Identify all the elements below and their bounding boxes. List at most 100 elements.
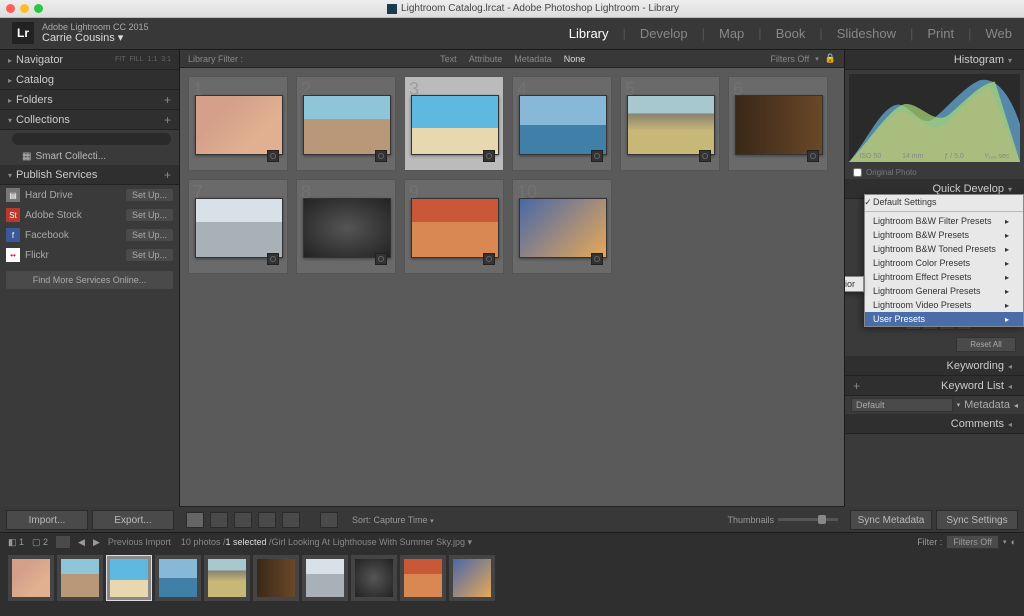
grid-cell[interactable]: 4 <box>512 76 612 171</box>
preset-group[interactable]: Lightroom B&W Toned Presets <box>865 242 1023 256</box>
smart-collections-item[interactable]: ▦Smart Collecti... <box>0 148 179 165</box>
find-more-services-button[interactable]: Find More Services Online... <box>6 271 173 289</box>
close-window-button[interactable] <box>6 4 15 13</box>
filmstrip-thumb[interactable] <box>302 555 348 601</box>
filter-switch-icon[interactable]: ◐ <box>1011 537 1016 547</box>
maximize-window-button[interactable] <box>34 4 43 13</box>
grid-view-button[interactable] <box>186 512 204 528</box>
grid-cell[interactable]: 1 <box>188 76 288 171</box>
collections-section[interactable]: Collections+ <box>0 110 179 130</box>
preset-group-user[interactable]: User Presets <box>865 312 1023 326</box>
filmstrip-thumb[interactable] <box>351 555 397 601</box>
publish-section[interactable]: Publish Services+ <box>0 165 179 185</box>
filmstrip-path[interactable]: Previous Import 10 photos /1 selected /G… <box>108 537 472 548</box>
thumbnail-grid: 1 2 3 4 5 6 7 8 9 10 <box>180 68 844 506</box>
forward-arrow-icon[interactable]: ▶ <box>93 537 100 548</box>
preset-group[interactable]: Lightroom General Presets <box>865 284 1023 298</box>
metadata-preset-dropdown[interactable]: Default <box>851 398 953 412</box>
filters-off-dropdown[interactable]: Filters Off <box>770 54 809 64</box>
survey-view-button[interactable] <box>258 512 276 528</box>
grid-cell-selected[interactable]: 3 <box>404 76 504 171</box>
badge-icon <box>267 253 279 265</box>
grid-cell[interactable]: 9 <box>404 179 504 274</box>
sync-metadata-button[interactable]: Sync Metadata <box>850 510 932 530</box>
grid-cell[interactable]: 6 <box>728 76 828 171</box>
histogram-section[interactable]: Histogram <box>845 50 1024 70</box>
filmstrip-thumb-selected[interactable] <box>106 555 152 601</box>
module-library[interactable]: Library <box>569 26 609 41</box>
module-book[interactable]: Book <box>776 26 806 41</box>
setup-button[interactable]: Set Up... <box>126 229 173 241</box>
filter-attribute[interactable]: Attribute <box>469 54 503 64</box>
filmstrip-thumb[interactable] <box>449 555 495 601</box>
secondary-display-toggle[interactable]: ◧ 1 <box>8 537 24 548</box>
filter-metadata[interactable]: Metadata <box>514 54 552 64</box>
lightroom-logo: Lr <box>12 22 34 44</box>
painter-button[interactable] <box>320 512 338 528</box>
filmstrip-thumb[interactable] <box>400 555 446 601</box>
filter-text[interactable]: Text <box>440 54 457 64</box>
compare-view-button[interactable] <box>234 512 252 528</box>
original-photo-checkbox[interactable] <box>853 168 862 177</box>
filmstrip-thumb[interactable] <box>57 555 103 601</box>
keyword-list-section[interactable]: +Keyword List <box>845 376 1024 396</box>
sync-settings-button[interactable]: Sync Settings <box>936 510 1018 530</box>
setup-button[interactable]: Set Up... <box>126 209 173 221</box>
comments-section[interactable]: Comments <box>845 414 1024 434</box>
filter-none[interactable]: None <box>564 54 586 64</box>
grid-cell[interactable]: 7 <box>188 179 288 274</box>
publish-adobestock[interactable]: StAdobe StockSet Up... <box>0 205 179 225</box>
secondary-display-toggle-2[interactable]: ▢ 2 <box>32 537 48 548</box>
publish-flickr[interactable]: ••FlickrSet Up... <box>0 245 179 265</box>
preset-dropdown-menu: Default Settings Lightroom B&W Filter Pr… <box>864 194 1024 327</box>
fs-grid-icon[interactable] <box>56 536 70 548</box>
catalog-section[interactable]: Catalog <box>0 70 179 90</box>
sort-dropdown[interactable]: Capture Time <box>374 515 428 525</box>
preset-default[interactable]: Default Settings <box>865 195 1023 209</box>
folders-section[interactable]: Folders+ <box>0 90 179 110</box>
filmstrip-thumb[interactable] <box>155 555 201 601</box>
export-button[interactable]: Export... <box>92 510 174 530</box>
preset-group[interactable]: Lightroom Color Presets <box>865 256 1023 270</box>
navigator-section[interactable]: Navigator FITFILL1:13:1 <box>0 50 179 70</box>
preset-group[interactable]: Lightroom Effect Presets <box>865 270 1023 284</box>
preset-submenu-item[interactable]: Dark Snow Exterior <box>844 276 864 292</box>
module-map[interactable]: Map <box>719 26 744 41</box>
module-print[interactable]: Print <box>927 26 954 41</box>
center-panel: Library Filter : Text Attribute Metadata… <box>180 50 844 532</box>
right-bottom-buttons: Sync Metadata Sync Settings <box>844 507 1024 533</box>
add-collection-icon[interactable]: + <box>164 113 171 127</box>
publish-harddrive[interactable]: ▤Hard DriveSet Up... <box>0 185 179 205</box>
publish-facebook[interactable]: fFacebookSet Up... <box>0 225 179 245</box>
grid-cell[interactable]: 10 <box>512 179 612 274</box>
grid-cell[interactable]: 5 <box>620 76 720 171</box>
filmstrip-thumb[interactable] <box>8 555 54 601</box>
preset-group[interactable]: Lightroom B&W Presets <box>865 228 1023 242</box>
badge-icon <box>267 150 279 162</box>
collections-filter[interactable] <box>0 130 179 148</box>
module-slideshow[interactable]: Slideshow <box>837 26 896 41</box>
badge-icon <box>591 150 603 162</box>
people-view-button[interactable] <box>282 512 300 528</box>
minimize-window-button[interactable] <box>20 4 29 13</box>
grid-cell[interactable]: 8 <box>296 179 396 274</box>
thumbnail-size-slider[interactable] <box>778 518 838 521</box>
keywording-section[interactable]: Keywording <box>845 356 1024 376</box>
preset-group[interactable]: Lightroom B&W Filter Presets <box>865 214 1023 228</box>
module-develop[interactable]: Develop <box>640 26 688 41</box>
add-folder-icon[interactable]: + <box>164 93 171 107</box>
import-button[interactable]: Import... <box>6 510 88 530</box>
loupe-view-button[interactable] <box>210 512 228 528</box>
back-arrow-icon[interactable]: ◀ <box>78 537 85 548</box>
add-publish-icon[interactable]: + <box>164 168 171 182</box>
setup-button[interactable]: Set Up... <box>126 249 173 261</box>
reset-all-button[interactable]: Reset All <box>956 337 1016 352</box>
lock-icon[interactable]: 🔒 <box>825 53 836 64</box>
preset-group[interactable]: Lightroom Video Presets <box>865 298 1023 312</box>
setup-button[interactable]: Set Up... <box>126 189 173 201</box>
filmstrip-thumb[interactable] <box>204 555 250 601</box>
filmstrip-thumb[interactable] <box>253 555 299 601</box>
grid-cell[interactable]: 2 <box>296 76 396 171</box>
module-web[interactable]: Web <box>986 26 1013 41</box>
filmstrip-filter-dropdown[interactable]: Filters Off <box>946 535 999 549</box>
